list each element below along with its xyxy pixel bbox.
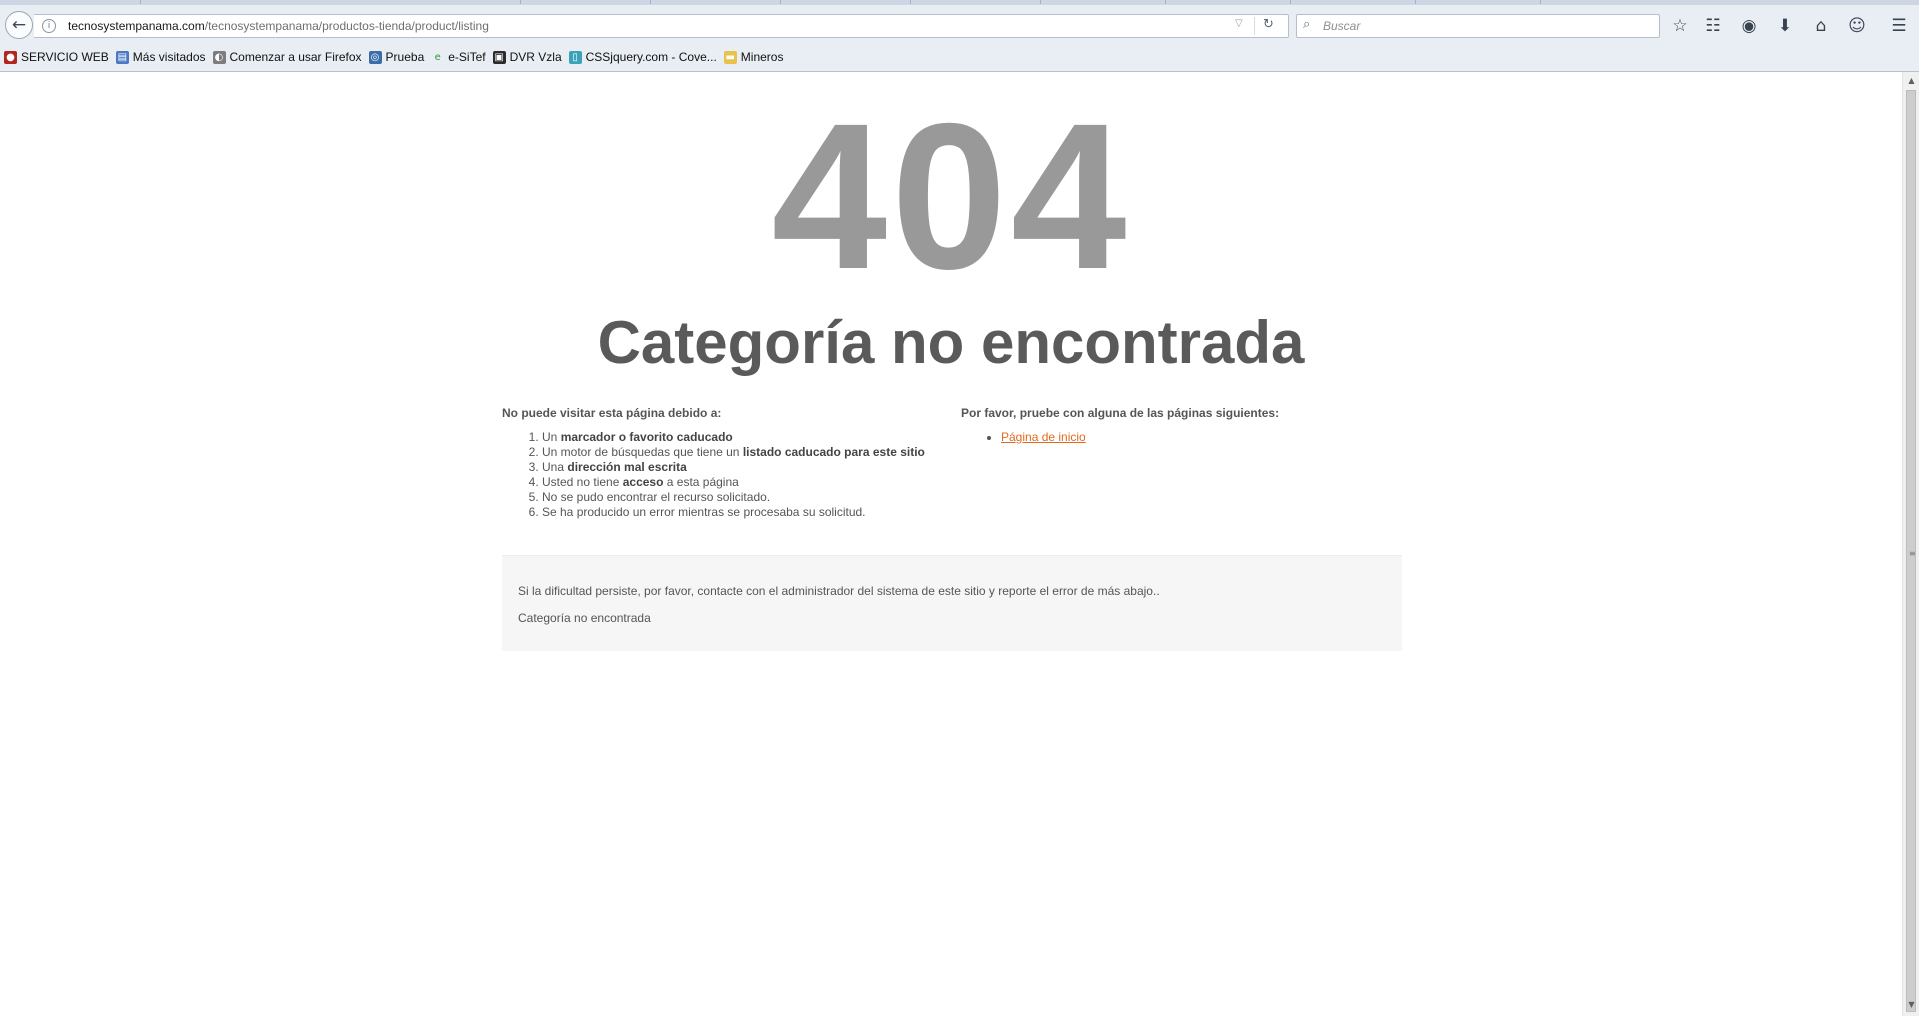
bookmark-item[interactable]: ▬ Mineros [723, 50, 784, 64]
folder-icon: ▬ [723, 50, 737, 64]
scroll-down-arrow-icon[interactable]: ▼ [1903, 998, 1919, 1012]
bookmark-label: Más visitados [132, 50, 206, 64]
bookmark-folder-icon: ▤ [115, 50, 129, 64]
scroll-up-arrow-icon[interactable]: ▲ [1903, 74, 1919, 88]
bookmark-label: SERVICIO WEB [21, 50, 109, 64]
list-item: No se pudo encontrar el recurso solicita… [542, 490, 972, 505]
reasons-heading: No puede visitar esta página debido a: [502, 406, 722, 420]
bookmark-item[interactable]: ▤ Más visitados [115, 50, 206, 64]
bookmark-item[interactable]: ▣ DVR Vzla [492, 50, 562, 64]
bookmark-star-icon[interactable]: ☆ [1668, 14, 1692, 38]
search-icon[interactable]: ⌕ [1303, 17, 1310, 32]
error-code: 404 [771, 81, 1131, 313]
error-info-box: Si la dificultad persiste, por favor, co… [502, 555, 1402, 651]
tab-divider [1415, 0, 1416, 4]
reason-text: Un motor de búsquedas que tiene un [542, 445, 743, 459]
search-bar[interactable]: ⌕ [1296, 14, 1660, 38]
hello-chat-icon[interactable]: ☺ [1845, 14, 1869, 38]
downloads-icon[interactable]: ⬇ [1773, 14, 1797, 38]
reasons-section: No puede visitar esta página debido a: U… [502, 406, 972, 520]
bookmark-label: Mineros [740, 50, 784, 64]
bookmark-item[interactable]: e e-SiTef [431, 50, 486, 64]
list-item: Un motor de búsquedas que tiene un lista… [542, 445, 972, 460]
reason-text: a esta página [663, 475, 739, 489]
bookmarks-toolbar: ● SERVICIO WEB ▤ Más visitados ◐ Comenzar a u… [0, 45, 1919, 69]
suggestions-heading: Por favor, pruebe con alguna de las pági… [961, 406, 1280, 420]
bookmark-item[interactable]: ◐ Comenzar a usar Firefox [212, 50, 362, 64]
reason-text: Un [542, 430, 561, 444]
list-item: Una dirección mal escrita [542, 460, 972, 475]
url-host: tecnosystempanama.com [68, 19, 205, 33]
tab-strip [0, 0, 1919, 5]
reason-text: Una [542, 460, 568, 474]
tab-divider [1540, 0, 1541, 4]
suggestions-list: Página de inicio [961, 430, 1381, 445]
tab-divider [650, 0, 651, 4]
page-content: 404 Categoría no encontrada No puede vis… [0, 72, 1902, 1016]
scroll-grip-icon: ≡ [1909, 549, 1916, 558]
reason-text: Usted no tiene [542, 475, 623, 489]
tab-divider [910, 0, 911, 4]
suggestions-section: Por favor, pruebe con alguna de las pági… [961, 406, 1381, 445]
hamburger-menu-icon[interactable]: ☰ [1887, 14, 1911, 38]
reason-text: No se pudo encontrar el recurso solicita… [542, 490, 771, 504]
reasons-list: Un marcador o favorito caducadoUn motor … [502, 430, 972, 520]
reason-text: Se ha producido un error mientras se pro… [542, 505, 866, 519]
list-item: Página de inicio [1001, 430, 1381, 445]
back-button[interactable]: ← [5, 11, 33, 39]
bookmarks-menu-icon[interactable]: ☷ [1701, 14, 1725, 38]
bookmark-item[interactable]: ◎ Prueba [368, 50, 425, 64]
red-circle-icon: ● [4, 50, 17, 64]
reason-emphasis: acceso [622, 475, 664, 489]
page-title: Categoría no encontrada [597, 309, 1305, 376]
url-separator [1254, 17, 1255, 35]
tab-divider [1165, 0, 1166, 4]
bookmark-label: CSSjquery.com - Cove... [585, 50, 717, 64]
vertical-scrollbar[interactable]: ▲ ≡ ▼ [1902, 72, 1919, 1016]
contact-admin-text: Si la dificultad persiste, por favor, co… [518, 584, 1160, 598]
tab-divider [780, 0, 781, 4]
reload-icon[interactable]: ↻ [1263, 17, 1274, 32]
tab-divider [520, 0, 521, 4]
list-item: Usted no tiene acceso a esta página [542, 475, 972, 490]
bookmark-label: Prueba [385, 50, 425, 64]
back-arrow-icon: ← [11, 15, 27, 35]
browser-chrome: ← i tecnosystempanama.com/tecnosystempan… [0, 0, 1919, 72]
search-input[interactable] [1321, 16, 1651, 36]
camera-icon: ▣ [492, 50, 506, 64]
bookmark-item[interactable]: ● SERVICIO WEB [4, 50, 109, 64]
nav-bar: ← i tecnosystempanama.com/tecnosystempan… [0, 8, 1919, 42]
bookmark-label: e-SiTef [448, 50, 486, 64]
scroll-thumb[interactable]: ≡ [1906, 90, 1916, 1012]
url-history-dropdown-icon[interactable]: ▽ [1235, 18, 1243, 29]
reason-emphasis: marcador o favorito caducado [560, 430, 733, 444]
firefox-icon: ◐ [212, 50, 226, 64]
url-text[interactable]: tecnosystempanama.com/tecnosystempanama/… [68, 19, 489, 33]
reason-emphasis: listado caducado para este sitio [742, 445, 925, 459]
tab-divider [1290, 0, 1291, 4]
reason-emphasis: dirección mal escrita [567, 460, 687, 474]
site-info-icon[interactable]: i [42, 19, 56, 33]
url-bar[interactable]: i tecnosystempanama.com/tecnosystempanam… [34, 14, 1289, 38]
error-message: Categoría no encontrada [518, 611, 651, 625]
e-logo-icon: e [434, 51, 441, 63]
tab-divider [1040, 0, 1041, 4]
list-item: Se ha producido un error mientras se pro… [542, 505, 972, 520]
bookmark-label: Comenzar a usar Firefox [229, 50, 362, 64]
page-icon: ▯ [568, 50, 582, 64]
bookmark-item[interactable]: ▯ CSSjquery.com - Cove... [568, 50, 717, 64]
url-path: /tecnosystempanama/productos-tienda/prod… [204, 19, 489, 33]
globe-icon: ◎ [368, 50, 382, 64]
pocket-icon[interactable]: ◉ [1737, 14, 1761, 38]
list-item: Un marcador o favorito caducado [542, 430, 972, 445]
bookmark-label: DVR Vzla [509, 50, 562, 64]
home-page-link[interactable]: Página de inicio [1001, 430, 1086, 444]
home-icon[interactable]: ⌂ [1809, 14, 1833, 38]
tab-divider [140, 0, 141, 4]
